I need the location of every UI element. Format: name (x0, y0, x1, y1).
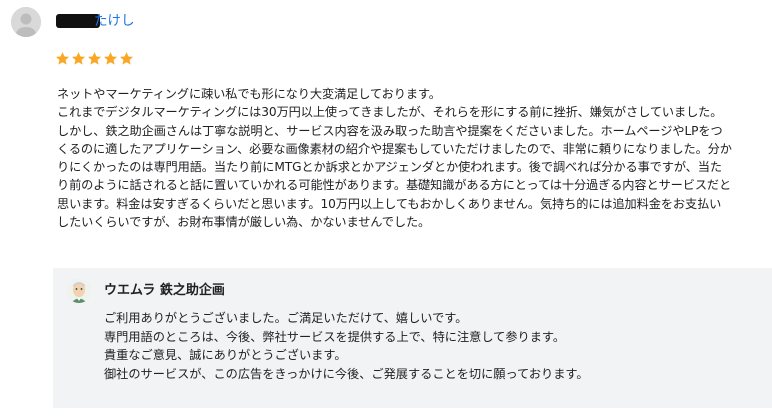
reviewer-name: たけし (94, 13, 135, 29)
star-icon (87, 52, 102, 65)
text-line: したいくらいですが、お財布事情が厳しい為、かないませんでした。 (57, 215, 431, 230)
star-icon (103, 52, 118, 65)
star-icon (119, 52, 134, 65)
star-rating (55, 51, 134, 66)
text-line: くるのに適したアプリケーション、必要な画像素材の紹介や提案もしていただけましたの… (57, 141, 732, 156)
owner-reply-text: ご利用ありがとうございました。ご満足いただけて、嬉しいです。専門用語のところは、… (104, 309, 764, 383)
default-user-icon (11, 7, 41, 37)
text-line: り前のように話されると話に置いていかれる可能性があります。基礎知識がある方にとっ… (57, 178, 732, 193)
text-line: りにくかったのは専門用語。当たり前にMTGとか訴求とかアジェンダとか使われます。… (57, 160, 722, 175)
star-icon (55, 52, 70, 65)
reviewer-name-link[interactable]: たけし (56, 12, 141, 30)
text-line: これまでデジタルマーケティングには30万円以上使ってきましたが、それらを形にする… (57, 105, 723, 120)
text-line: 御社のサービスが、この広告をきっかけに今後、ご発展することを切に願っております。 (104, 366, 589, 381)
reviewer-avatar[interactable] (11, 7, 41, 37)
text-line: ネットやマーケティングに疎い私でも形になり大変満足しております。 (57, 87, 441, 101)
owner-name: ウエムラ 鉄之助企画 (104, 283, 225, 298)
text-line: しかし、鉄之助企画さんは丁寧な説明と、サービス内容を汲み取った助言や提案をくださ… (57, 123, 723, 138)
owner-portrait-icon (67, 279, 91, 303)
review-text: ネットやマーケティングに疎い私でも形になり大変満足しております。これまでデジタル… (57, 85, 767, 231)
text-line: 専門用語のところは、今後、弊社サービスを提供する上で、特に注意して参ります。 (104, 329, 566, 344)
text-line: 貴重なご意見、誠にありがとうございます。 (104, 348, 347, 362)
text-line: ご利用ありがとうございました。ご満足いただけて、嬉しいです。 (104, 311, 468, 325)
owner-avatar (67, 279, 91, 303)
text-line: 思います。料金は安すぎるくらいだと思います。10万円以上してもおかしくありません… (57, 196, 722, 211)
star-icon (71, 52, 86, 65)
